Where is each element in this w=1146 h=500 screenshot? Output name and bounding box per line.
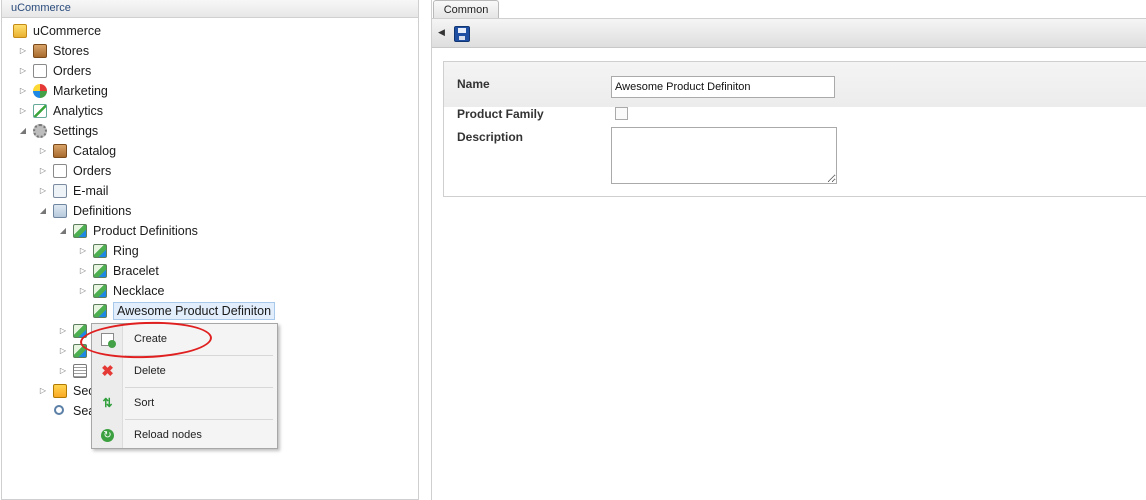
collapse-arrow-icon[interactable]: ◢ bbox=[59, 221, 67, 241]
lock-icon bbox=[53, 384, 67, 398]
menu-item-label: Delete bbox=[134, 365, 166, 377]
tree-node-label: Definitions bbox=[73, 204, 132, 218]
description-textarea[interactable] bbox=[611, 127, 837, 184]
image-icon bbox=[73, 224, 87, 238]
expand-arrow-icon[interactable]: ▷ bbox=[59, 321, 67, 341]
menu-item-label: Reload nodes bbox=[134, 429, 202, 441]
expand-arrow-icon[interactable]: ▷ bbox=[19, 61, 27, 81]
tree-node-label: Bracelet bbox=[113, 264, 159, 278]
gear-icon bbox=[33, 124, 47, 138]
expand-arrow-icon[interactable]: ▷ bbox=[39, 141, 47, 161]
definitions-icon bbox=[53, 204, 67, 218]
collapse-arrow-icon[interactable]: ◢ bbox=[19, 121, 27, 141]
menu-item-label: Sort bbox=[134, 397, 155, 409]
image-icon bbox=[73, 324, 87, 338]
tree-node-label: Stores bbox=[53, 44, 90, 58]
tree-node-label: Necklace bbox=[113, 284, 165, 298]
tree-node-label: Ring bbox=[113, 244, 139, 258]
create-icon bbox=[101, 333, 116, 348]
folder-icon bbox=[13, 24, 27, 38]
image-icon bbox=[93, 264, 107, 278]
image-icon bbox=[73, 344, 87, 358]
product-family-checkbox[interactable] bbox=[615, 107, 628, 120]
image-icon bbox=[93, 244, 107, 258]
expand-arrow-icon[interactable]: ▷ bbox=[59, 361, 67, 381]
expand-arrow-icon[interactable]: ▷ bbox=[39, 381, 47, 401]
tree-node-label: Catalog bbox=[73, 144, 117, 158]
menu-item-label: Create bbox=[134, 333, 168, 345]
expand-arrow-icon[interactable]: ▷ bbox=[19, 41, 27, 61]
expand-arrow-icon[interactable]: ▷ bbox=[39, 181, 47, 201]
expand-arrow-icon[interactable]: ▷ bbox=[39, 161, 47, 181]
tree-node-label: Product Definitions bbox=[93, 224, 198, 238]
expand-arrow-icon[interactable]: ▷ bbox=[79, 281, 87, 301]
tree-node-label: Marketing bbox=[53, 84, 108, 98]
toolbar: ◀ bbox=[432, 19, 1146, 48]
menu-item-create[interactable]: Create bbox=[92, 324, 277, 355]
mail-icon bbox=[53, 184, 67, 198]
expand-arrow-icon[interactable]: ▷ bbox=[59, 341, 67, 361]
product-family-label: Product Family bbox=[457, 107, 544, 121]
chart-icon bbox=[33, 104, 47, 118]
description-label: Description bbox=[457, 130, 524, 144]
tree-node-label: Settings bbox=[53, 124, 99, 138]
search-icon bbox=[54, 405, 64, 415]
properties-form: Name Product Family Description bbox=[443, 61, 1146, 197]
context-menu: Create ✖ Delete ⇅ Sort ↻ Reload nodes bbox=[91, 323, 278, 449]
tab-bar: Common bbox=[432, 0, 1146, 19]
document-icon bbox=[53, 164, 67, 178]
name-label: Name bbox=[457, 77, 490, 91]
globe-icon bbox=[33, 84, 47, 98]
reload-icon: ↻ bbox=[101, 429, 114, 442]
menu-item-sort[interactable]: ⇅ Sort bbox=[92, 388, 277, 419]
sort-icon: ⇅ bbox=[102, 396, 113, 410]
menu-item-reload-nodes[interactable]: ↻ Reload nodes bbox=[92, 420, 277, 451]
tab-common[interactable]: Common bbox=[433, 0, 499, 18]
expand-arrow-icon[interactable]: ▷ bbox=[79, 241, 87, 261]
image-icon bbox=[93, 284, 107, 298]
tree-node-label: Orders bbox=[53, 64, 92, 78]
delete-icon: ✖ bbox=[101, 363, 114, 380]
document-icon bbox=[33, 64, 47, 78]
expand-arrow-icon[interactable]: ▷ bbox=[79, 261, 87, 281]
image-icon bbox=[93, 304, 107, 318]
name-input[interactable] bbox=[611, 76, 835, 98]
menu-item-delete[interactable]: ✖ Delete bbox=[92, 356, 277, 387]
box-icon bbox=[53, 144, 67, 158]
back-arrow-icon[interactable]: ◀ bbox=[438, 27, 445, 38]
editor-panel: Common ◀ Name Product Family Description bbox=[431, 0, 1146, 500]
tree-node-label: E-mail bbox=[73, 184, 109, 198]
tree-node-label: uCommerce bbox=[33, 24, 102, 38]
list-icon bbox=[73, 364, 87, 378]
expand-arrow-icon[interactable]: ▷ bbox=[19, 101, 27, 121]
collapse-arrow-icon[interactable]: ◢ bbox=[39, 201, 47, 221]
box-icon bbox=[33, 44, 47, 58]
tree-node-label: Awesome Product Definiton bbox=[113, 302, 276, 320]
tree-node-label: Orders bbox=[73, 164, 112, 178]
tree-node-label: Analytics bbox=[53, 104, 104, 118]
floppy-disk-icon[interactable] bbox=[454, 26, 470, 42]
tree-header: uCommerce bbox=[2, 0, 418, 18]
expand-arrow-icon[interactable]: ▷ bbox=[19, 81, 27, 101]
